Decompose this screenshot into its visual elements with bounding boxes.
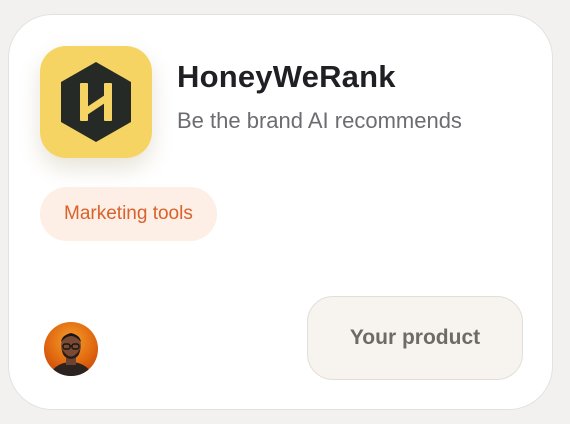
product-card[interactable]: HoneyWeRank Be the brand AI recommends M… xyxy=(8,14,553,410)
product-tagline: Be the brand AI recommends xyxy=(177,108,462,133)
product-name: HoneyWeRank xyxy=(177,59,396,94)
maker-avatar[interactable] xyxy=(44,322,98,376)
honeywerank-logo-icon xyxy=(40,46,152,158)
category-tag[interactable]: Marketing tools xyxy=(40,187,217,241)
your-product-button[interactable]: Your product xyxy=(307,296,523,380)
